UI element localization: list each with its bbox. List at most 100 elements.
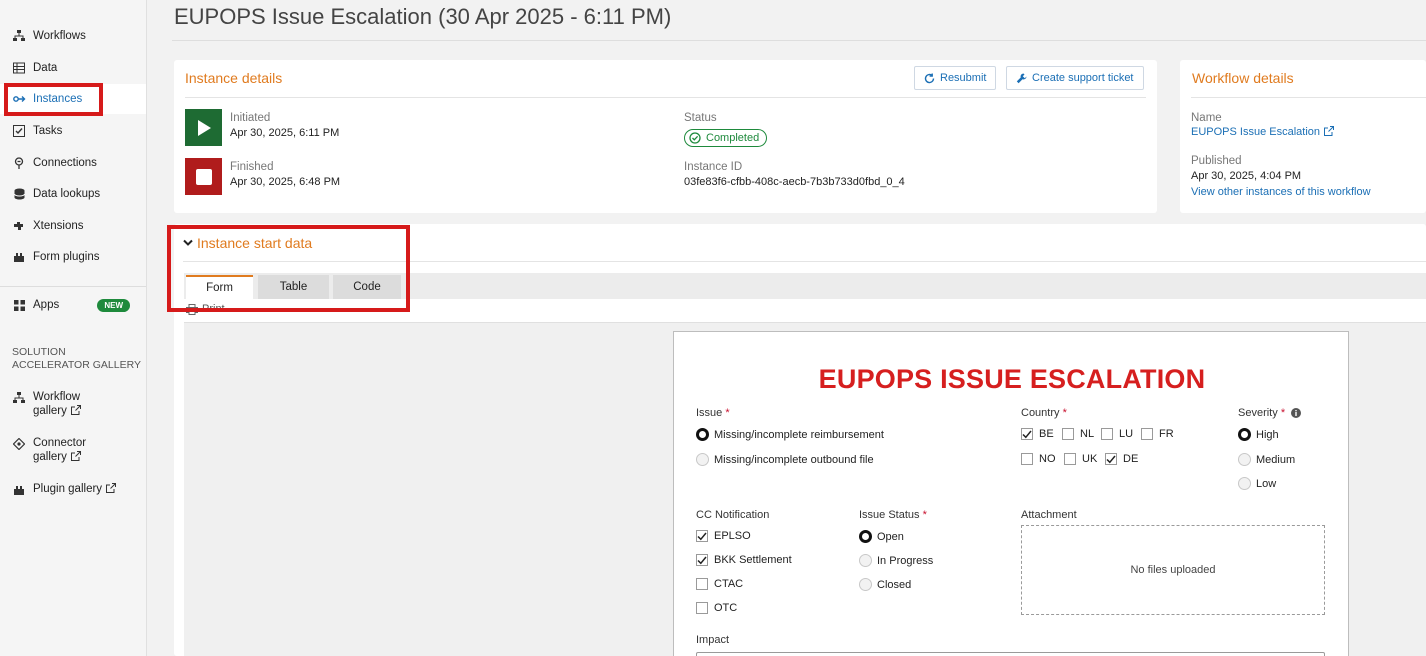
severity-high-radio[interactable]: High bbox=[1238, 428, 1279, 441]
create-support-ticket-button[interactable]: Create support ticket bbox=[1006, 66, 1144, 90]
gallery-label: Connector bbox=[33, 437, 87, 449]
sidebar-item-data-lookups[interactable]: Data lookups bbox=[0, 179, 146, 209]
plugin-gallery-icon bbox=[12, 483, 26, 497]
external-link-icon bbox=[1324, 126, 1335, 136]
checkbox-unchecked bbox=[1062, 428, 1074, 440]
option-label: Open bbox=[877, 530, 904, 543]
option-label: High bbox=[1256, 428, 1279, 441]
attachment-label: Attachment bbox=[1021, 509, 1077, 521]
cc-otc-checkbox[interactable]: OTC bbox=[696, 602, 737, 614]
instance-start-data-toggle[interactable]: Instance start data bbox=[183, 235, 312, 251]
gallery-label: Workflow bbox=[33, 391, 81, 403]
country-fr-checkbox[interactable]: FR bbox=[1141, 428, 1174, 440]
required-mark: * bbox=[922, 509, 927, 521]
country-be-checkbox[interactable]: BE bbox=[1021, 428, 1054, 440]
country-de-checkbox[interactable]: DE bbox=[1105, 453, 1138, 465]
checkbox-checked bbox=[1105, 453, 1117, 465]
gallery-heading-line: SOLUTION bbox=[12, 346, 66, 358]
impact-field[interactable] bbox=[696, 652, 1325, 656]
checkbox-checked bbox=[1021, 428, 1033, 440]
severity-medium-radio[interactable]: Medium bbox=[1238, 453, 1295, 466]
finished-value: Apr 30, 2025, 6:48 PM bbox=[230, 176, 341, 188]
radio-unselected bbox=[1238, 453, 1251, 466]
published-value: Apr 30, 2025, 4:04 PM bbox=[1191, 170, 1302, 182]
sidebar-item-connections[interactable]: Connections bbox=[0, 148, 146, 178]
country-label-text: Country bbox=[1021, 407, 1060, 419]
radio-selected bbox=[1238, 428, 1251, 441]
workflow-gallery-icon bbox=[12, 391, 26, 405]
option-label: Medium bbox=[1256, 453, 1296, 466]
wrench-icon bbox=[1016, 73, 1027, 83]
issue-status-label-text: Issue Status bbox=[859, 509, 920, 521]
country-lu-checkbox[interactable]: LU bbox=[1101, 428, 1133, 440]
published-label: Published bbox=[1191, 155, 1242, 167]
no-files-text: No files uploaded bbox=[1130, 564, 1216, 576]
tab-code[interactable]: Code bbox=[333, 275, 401, 299]
resubmit-button[interactable]: Resubmit bbox=[914, 66, 997, 90]
cc-bkk-settlement-checkbox[interactable]: BKK Settlement bbox=[696, 554, 792, 566]
view-other-instances-link[interactable]: View other instances of this workflow bbox=[1191, 186, 1371, 198]
instance-details-title: Instance details bbox=[185, 70, 283, 86]
status-value: Completed bbox=[706, 132, 760, 144]
radio-selected bbox=[696, 428, 709, 441]
sidebar-item-label: Connections bbox=[33, 157, 97, 169]
initiated-label: Initiated bbox=[230, 112, 271, 124]
new-badge: NEW bbox=[97, 298, 130, 312]
issue-status-in-progress-radio[interactable]: In Progress bbox=[859, 554, 933, 567]
cc-notification-label: CC Notification bbox=[696, 509, 770, 521]
instance-id-value: 03fe83f6-cfbb-408c-aecb-7b3b733d0fbd_0_4 bbox=[684, 176, 905, 188]
issue-status-closed-radio[interactable]: Closed bbox=[859, 578, 911, 591]
issue-option-outbound[interactable]: Missing/incomplete outbound file bbox=[696, 453, 874, 466]
workflow-name-link[interactable]: EUPOPS Issue Escalation bbox=[1191, 126, 1335, 138]
sidebar-item-xtensions[interactable]: Xtensions bbox=[0, 211, 146, 241]
cc-eplso-checkbox[interactable]: EPLSO bbox=[696, 530, 751, 542]
country-uk-checkbox[interactable]: UK bbox=[1064, 453, 1097, 465]
issue-option-reimbursement[interactable]: Missing/incomplete reimbursement bbox=[696, 428, 884, 441]
sidebar-item-instances[interactable]: Instances bbox=[0, 84, 146, 114]
issue-status-open-radio[interactable]: Open bbox=[859, 530, 904, 543]
sidebar-item-tasks[interactable]: Tasks bbox=[0, 116, 146, 146]
initiated-play-icon bbox=[185, 109, 222, 146]
radio-unselected bbox=[859, 578, 872, 591]
sidebar-item-data[interactable]: Data bbox=[0, 53, 146, 83]
sidebar-item-apps[interactable]: Apps NEW bbox=[0, 290, 146, 320]
form-plugins-icon bbox=[12, 250, 26, 264]
sidebar-item-workflow-gallery[interactable]: Workflow gallery bbox=[0, 390, 146, 418]
sidebar-item-workflows[interactable]: Workflows bbox=[0, 21, 146, 51]
tasks-icon bbox=[12, 124, 26, 138]
radio-selected bbox=[859, 530, 872, 543]
option-label: EPLSO bbox=[714, 530, 751, 542]
info-icon[interactable] bbox=[1291, 408, 1302, 418]
sidebar-item-plugin-gallery[interactable]: Plugin gallery bbox=[0, 482, 146, 497]
card-divider bbox=[1191, 97, 1426, 98]
country-nl-checkbox[interactable]: NL bbox=[1062, 428, 1094, 440]
external-link-icon bbox=[106, 483, 117, 493]
tab-form[interactable]: Form bbox=[186, 275, 253, 299]
sidebar-item-label: Data lookups bbox=[33, 188, 101, 200]
connections-icon bbox=[12, 156, 26, 170]
gallery-heading: SOLUTION ACCELERATOR GALLERY bbox=[12, 346, 141, 372]
card-divider bbox=[183, 261, 1426, 262]
data-lookups-icon bbox=[12, 187, 26, 201]
print-button[interactable]: Print bbox=[186, 303, 225, 315]
required-mark: * bbox=[1280, 407, 1286, 419]
sidebar-item-form-plugins[interactable]: Form plugins bbox=[0, 242, 146, 272]
instance-start-data-title: Instance start data bbox=[197, 235, 313, 251]
issue-status-label: Issue Status * bbox=[859, 509, 927, 521]
sidebar-item-label: Xtensions bbox=[33, 220, 84, 232]
tab-table[interactable]: Table bbox=[258, 275, 329, 299]
resubmit-label: Resubmit bbox=[940, 72, 987, 84]
country-no-checkbox[interactable]: NO bbox=[1021, 453, 1056, 465]
external-link-icon bbox=[70, 405, 81, 415]
attachment-dropzone[interactable]: No files uploaded bbox=[1021, 525, 1325, 615]
sidebar: Workflows Data Instances Tasks Connectio… bbox=[0, 0, 147, 656]
cc-ctac-checkbox[interactable]: CTAC bbox=[696, 578, 743, 590]
sidebar-item-label: Tasks bbox=[33, 125, 63, 137]
form-document: EUPOPS ISSUE ESCALATION Issue * Missing/… bbox=[673, 331, 1349, 656]
sidebar-item-connector-gallery[interactable]: Connector gallery bbox=[0, 436, 146, 464]
severity-low-radio[interactable]: Low bbox=[1238, 477, 1276, 490]
option-label: BKK Settlement bbox=[714, 554, 792, 566]
checkbox-unchecked bbox=[696, 578, 708, 590]
page-title: EUPOPS Issue Escalation (30 Apr 2025 - 6… bbox=[174, 4, 672, 29]
instances-icon bbox=[12, 92, 26, 106]
